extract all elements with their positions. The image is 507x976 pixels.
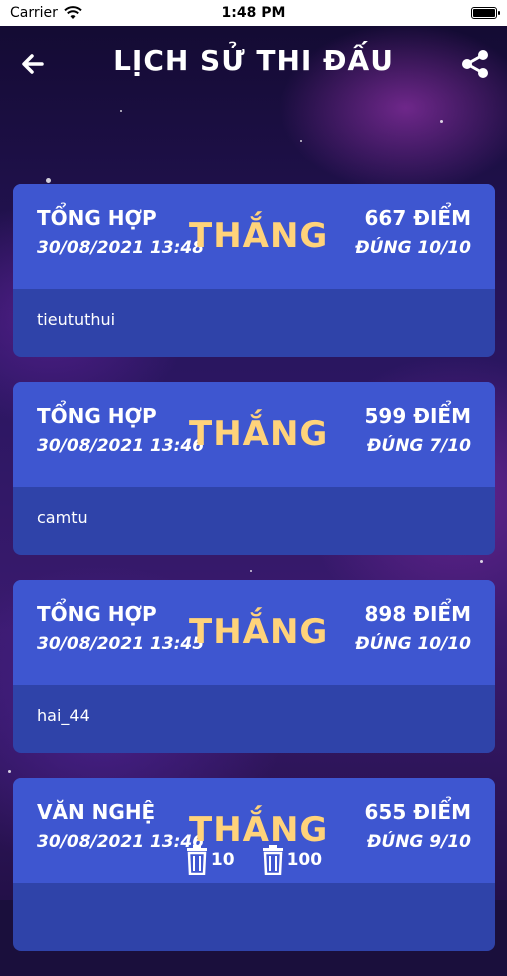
match-result: THẮNG bbox=[189, 216, 329, 256]
delete-10-button[interactable]: 10 bbox=[185, 845, 235, 875]
match-card-header: TỔNG HỢP 30/08/2021 13:48 THẮNG 667 ĐIỂM… bbox=[13, 184, 495, 289]
match-correct-count: ĐÚNG 10/10 bbox=[355, 238, 471, 258]
trash-icon bbox=[262, 845, 283, 875]
header: LỊCH SỬ THI ĐẤU bbox=[0, 26, 507, 102]
delete-10-label: 10 bbox=[210, 850, 235, 870]
status-bar: Carrier 1:48 PM bbox=[0, 0, 507, 26]
match-card-header: TỔNG HỢP 30/08/2021 13:45 THẮNG 898 ĐIỂM… bbox=[13, 580, 495, 685]
match-category: VĂN NGHỆ bbox=[37, 800, 156, 824]
delete-actions-bar: 10 100 bbox=[0, 840, 507, 880]
carrier-label: Carrier bbox=[10, 5, 58, 21]
share-icon[interactable] bbox=[457, 46, 493, 82]
delete-100-button[interactable]: 100 bbox=[261, 845, 323, 875]
match-datetime: 30/08/2021 13:45 bbox=[37, 634, 205, 654]
match-correct-count: ĐÚNG 7/10 bbox=[367, 436, 471, 456]
delete-100-label: 100 bbox=[286, 850, 323, 870]
match-username: camtu bbox=[37, 508, 88, 527]
status-time: 1:48 PM bbox=[221, 5, 286, 21]
match-datetime: 30/08/2021 13:48 bbox=[37, 238, 205, 258]
match-score: 655 ĐIỂM bbox=[364, 800, 471, 824]
match-result: THẮNG bbox=[189, 612, 329, 652]
match-category: TỔNG HỢP bbox=[37, 602, 157, 626]
match-card[interactable]: TỔNG HỢP 30/08/2021 13:45 THẮNG 898 ĐIỂM… bbox=[13, 580, 495, 753]
match-correct-count: ĐÚNG 10/10 bbox=[355, 634, 471, 654]
match-card-header: TỔNG HỢP 30/08/2021 13:46 THẮNG 599 ĐIỂM… bbox=[13, 382, 495, 487]
wifi-icon bbox=[64, 6, 82, 19]
match-category: TỔNG HỢP bbox=[37, 206, 157, 230]
match-username: tieututhui bbox=[37, 310, 116, 329]
match-category: TỔNG HỢP bbox=[37, 404, 157, 428]
match-result: THẮNG bbox=[189, 414, 329, 454]
match-username: hai_44 bbox=[37, 706, 90, 725]
match-score: 898 ĐIỂM bbox=[364, 602, 471, 626]
battery-icon bbox=[471, 7, 500, 19]
match-score: 667 ĐIỂM bbox=[364, 206, 471, 230]
page-title: LỊCH SỬ THI ĐẤU bbox=[113, 44, 394, 77]
trash-icon bbox=[186, 845, 207, 875]
match-card[interactable]: TỔNG HỢP 30/08/2021 13:46 THẮNG 599 ĐIỂM… bbox=[13, 382, 495, 555]
match-card[interactable]: TỔNG HỢP 30/08/2021 13:48 THẮNG 667 ĐIỂM… bbox=[13, 184, 495, 357]
match-score: 599 ĐIỂM bbox=[364, 404, 471, 428]
match-datetime: 30/08/2021 13:46 bbox=[37, 436, 205, 456]
